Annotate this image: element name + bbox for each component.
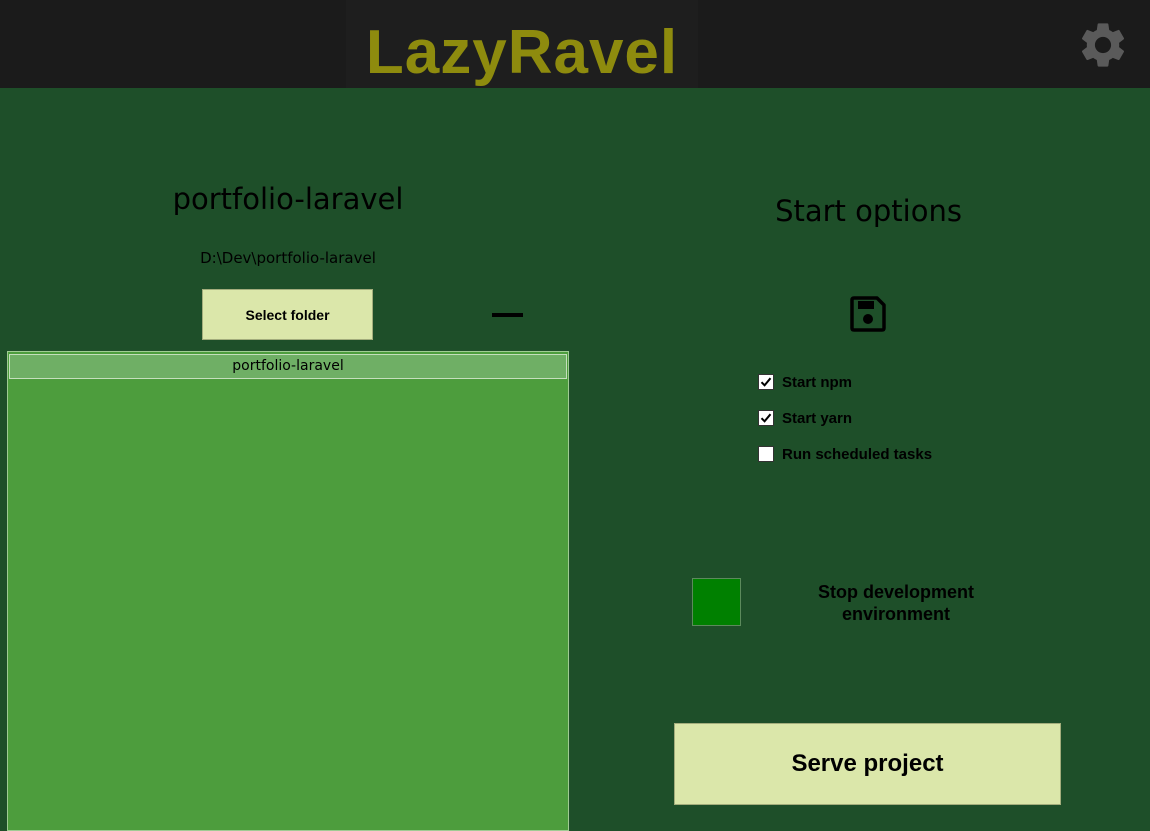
save-options-button[interactable]: [849, 295, 887, 333]
start-yarn-option[interactable]: Start yarn: [758, 409, 852, 427]
floppy-disk-icon: [850, 296, 886, 332]
project-list[interactable]: portfolio-laravel: [7, 351, 569, 831]
checkmark-icon: [760, 413, 772, 423]
stop-environment-button[interactable]: Stop development environment: [770, 581, 1022, 625]
app-title: LazyRavel: [346, 0, 698, 88]
start-yarn-label: Start yarn: [782, 409, 853, 427]
environment-status-indicator: [692, 578, 741, 626]
settings-button[interactable]: [1076, 18, 1130, 72]
run-scheduled-tasks-option[interactable]: Run scheduled tasks: [758, 445, 932, 463]
select-folder-button[interactable]: Select folder: [202, 289, 373, 340]
minus-icon: [492, 313, 523, 317]
run-scheduled-tasks-checkbox[interactable]: [758, 446, 774, 462]
start-options-title: Start options: [775, 194, 962, 228]
start-npm-label: Start npm: [782, 373, 853, 391]
start-npm-checkbox[interactable]: [758, 374, 774, 390]
start-npm-option[interactable]: Start npm: [758, 373, 852, 391]
list-item[interactable]: portfolio-laravel: [9, 354, 567, 379]
serve-project-button[interactable]: Serve project: [674, 723, 1061, 805]
project-name: portfolio-laravel: [172, 182, 404, 216]
start-yarn-checkbox[interactable]: [758, 410, 774, 426]
run-scheduled-tasks-label: Run scheduled tasks: [782, 445, 933, 463]
title-bar: LazyRavel: [0, 0, 1150, 88]
gear-icon: [1081, 23, 1125, 67]
remove-project-button[interactable]: [488, 300, 528, 330]
checkmark-icon: [760, 377, 772, 387]
project-path: D:\Dev\portfolio-laravel: [200, 249, 376, 267]
